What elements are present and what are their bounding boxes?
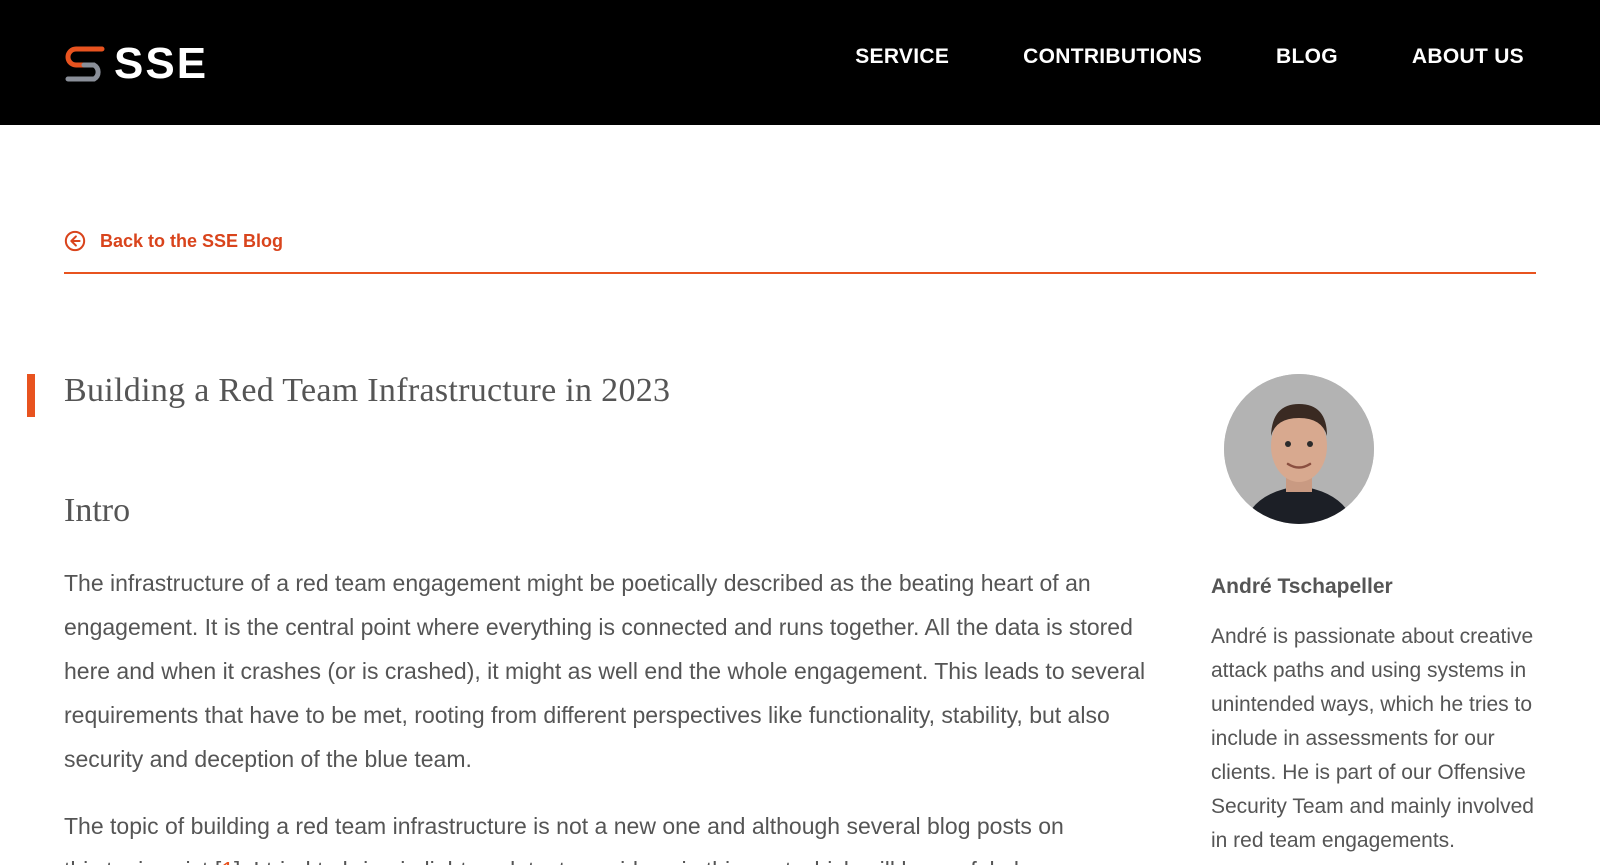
arrow-left-circle-icon (64, 230, 86, 252)
author-avatar (1224, 374, 1374, 524)
intro-paragraph: The infrastructure of a red team engagem… (64, 570, 1146, 772)
title-accent-bar (27, 374, 35, 417)
paragraph-text: The topic of building a red team infrast… (64, 813, 1064, 839)
post-title: Building a Red Team Infrastructure in 20… (64, 372, 671, 409)
nav-item-about-us[interactable]: ABOUT US (1412, 45, 1524, 69)
nav-item-contributions[interactable]: CONTRIBUTIONS (1023, 45, 1202, 69)
nav-item-blog[interactable]: BLOG (1276, 45, 1338, 69)
top-navigation-bar: SSE SERVICE CONTRIBUTIONS BLOG ABOUT US (0, 0, 1600, 125)
paragraph-text-continued-end: ], I tried to bring in light my latest n… (234, 857, 1043, 865)
main-nav: SERVICE CONTRIBUTIONS BLOG ABOUT US (855, 45, 1524, 69)
back-to-blog-link[interactable]: Back to the SSE Blog (64, 230, 283, 252)
reference-link-1[interactable]: 1 (221, 857, 234, 865)
divider (64, 272, 1536, 274)
author-portrait-icon (1224, 374, 1374, 524)
back-link-label: Back to the SSE Blog (100, 230, 284, 251)
logo-text: SSE (114, 39, 209, 88)
topic-paragraph: The topic of building a red team infrast… (64, 804, 1164, 865)
sse-logo[interactable]: SSE (64, 42, 208, 86)
sse-logo-mark-icon (65, 46, 105, 82)
author-bio: André is passionate about creative attac… (1211, 625, 1534, 852)
section-title-intro: Intro (64, 492, 131, 529)
paragraph-text-continued: this topic exist [ (64, 857, 221, 865)
nav-item-service[interactable]: SERVICE (855, 45, 949, 69)
author-name: André Tschapeller (1211, 575, 1393, 598)
